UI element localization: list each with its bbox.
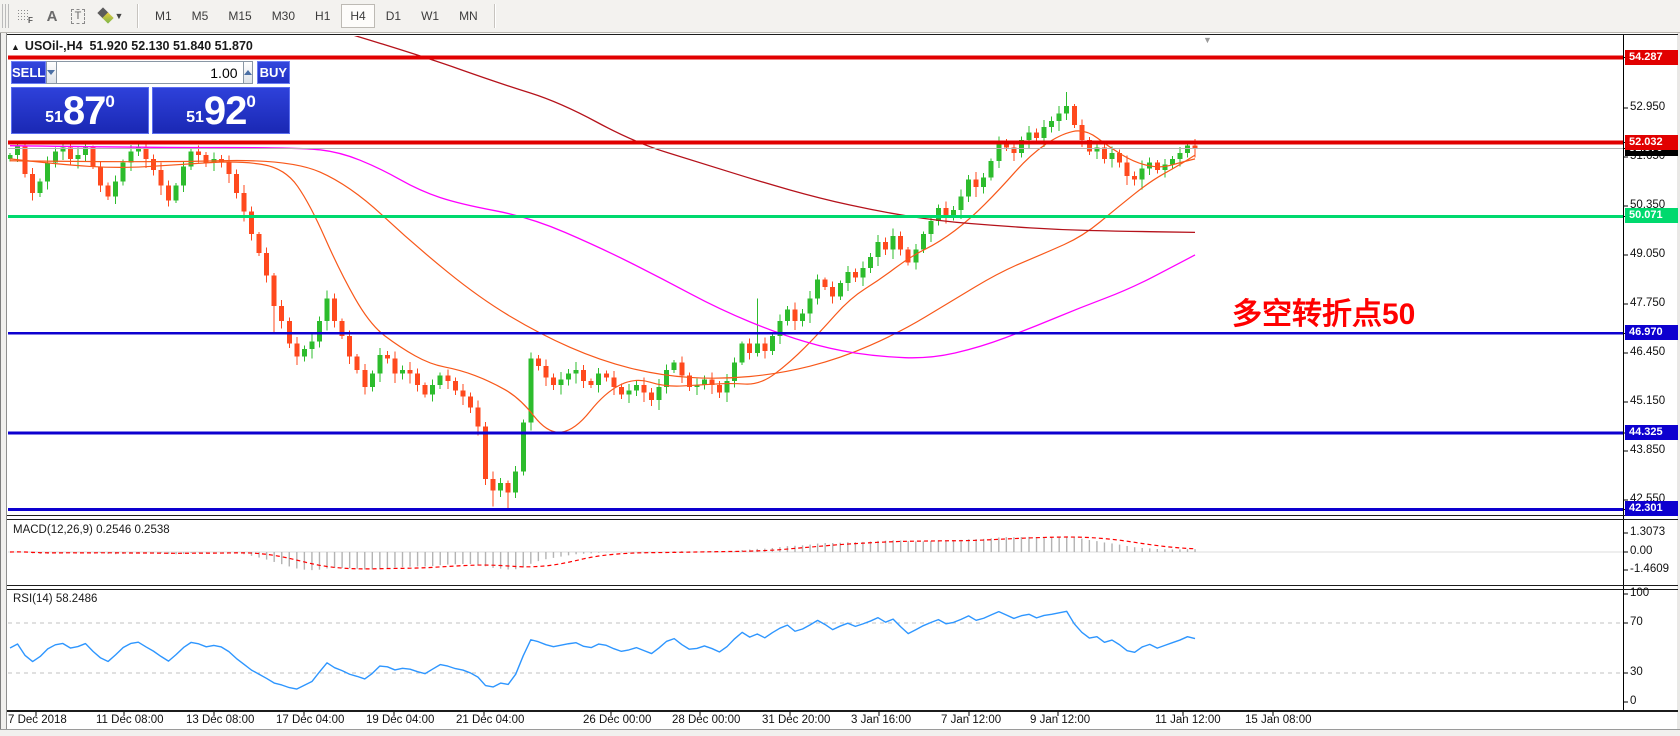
chart-shift-marker-icon[interactable]: ▼ (1203, 35, 1212, 45)
volume-input[interactable] (56, 61, 243, 84)
rsi-indicator-label: RSI(14) 58.2486 (13, 593, 98, 605)
ma-fast-orange (9, 130, 1196, 433)
ma-magenta (9, 145, 1196, 359)
candlesticks (8, 91, 1198, 509)
macd-indicator-label: MACD(12,26,9) 0.2546 0.2538 (13, 524, 170, 536)
sell-price-display[interactable]: 51 87 0 (11, 87, 149, 134)
bid-pips: 87 (62, 88, 106, 133)
pane-splitter[interactable] (7, 585, 1678, 586)
ask-pips: 92 (203, 88, 247, 133)
macd-signal-line (9, 536, 1196, 570)
chart-text-annotation[interactable]: 多空转折点50 (1232, 289, 1415, 333)
buy-price-display[interactable]: 51 92 0 (152, 87, 290, 134)
macd-pane (8, 536, 1623, 571)
collapse-triangle-icon[interactable]: ▲ (11, 42, 20, 52)
ma-slow-orange (9, 154, 1196, 379)
pane-border (7, 34, 1678, 35)
one-click-trading-panel: SELL BUY 51870 51920 (11, 61, 290, 134)
window-left-border (0, 33, 7, 736)
bid-pipette: 0 (105, 91, 115, 111)
pane-splitter[interactable] (7, 515, 1678, 516)
rsi-pane (8, 610, 1623, 690)
ohlc-values: 51.920 52.130 51.840 51.870 (89, 39, 253, 53)
window-bottom-border (0, 729, 1680, 736)
ask-big-figure: 51 (186, 108, 204, 126)
pane-splitter[interactable] (7, 519, 1678, 520)
sell-button[interactable]: SELL (11, 61, 47, 84)
caret-down-icon (47, 70, 56, 79)
price-axis (35, 35, 1628, 716)
bid-big-figure: 51 (45, 108, 63, 126)
mt4-window: F A T ▼ M1 M5 M15 M30 H1 H4 D1 W1 MN ▲ USOil-,H4 … (0, 0, 1680, 736)
order-row: SELL BUY (11, 61, 290, 84)
volume-decrease-button[interactable] (46, 61, 57, 84)
ask-pipette: 0 (246, 91, 256, 111)
pane-splitter[interactable] (7, 589, 1678, 590)
price-row: 51 87 0 51 92 0 (11, 87, 290, 134)
caret-up-icon (243, 66, 252, 75)
symbol-period: USOil-,H4 (24, 39, 83, 53)
buy-button[interactable]: BUY (256, 61, 290, 84)
chart-title: ▲ USOil-,H4 51.920 52.130 51.840 51.870 (11, 39, 253, 53)
volume-increase-button[interactable] (242, 61, 253, 84)
time-axis-border (7, 710, 1678, 712)
